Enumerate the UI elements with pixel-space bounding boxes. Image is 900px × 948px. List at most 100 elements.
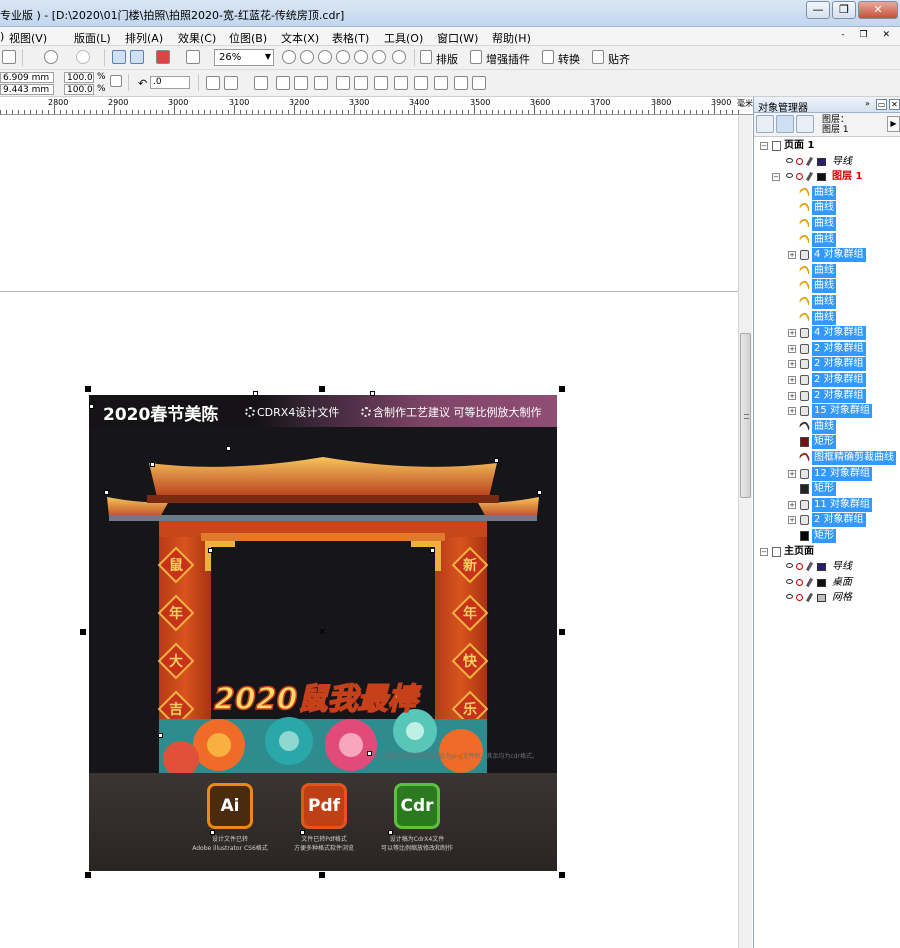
object-node[interactable] (370, 391, 375, 396)
collapse-tree-icon[interactable]: − (760, 547, 768, 556)
object-node[interactable] (210, 830, 215, 835)
export-icon[interactable] (130, 50, 144, 64)
selection-handle[interactable] (80, 629, 86, 635)
menu-item-text[interactable]: 文本(X) (281, 30, 319, 46)
layer-color-swatch[interactable] (817, 157, 826, 166)
import-icon[interactable] (112, 50, 126, 64)
printable-icon[interactable] (796, 173, 803, 181)
tree-row[interactable]: 矩形 (754, 482, 900, 497)
app-launcher-icon[interactable] (186, 50, 200, 64)
tree-row[interactable]: 矩形 (754, 435, 900, 450)
tree-row[interactable]: 曲线 (754, 201, 900, 216)
publish-pdf-icon[interactable] (156, 50, 170, 64)
object-node[interactable] (158, 733, 163, 738)
tree-row[interactable]: − 图层 1 (754, 170, 900, 185)
editable-pen-icon[interactable] (805, 172, 814, 182)
expand-tree-icon[interactable]: + (788, 360, 796, 369)
restore-button[interactable]: ❐ (832, 1, 856, 19)
zoom-height-icon[interactable] (392, 50, 406, 64)
collapse-tree-icon[interactable]: − (772, 173, 780, 182)
ungroup-all-icon[interactable] (314, 76, 328, 90)
printable-icon[interactable] (796, 157, 803, 165)
tree-row-group[interactable]: +2 对象群组 (754, 373, 900, 388)
tree-row[interactable]: − 页面 1 (754, 139, 900, 154)
expand-tree-icon[interactable]: + (788, 500, 796, 509)
layer-color-swatch[interactable] (817, 594, 826, 603)
panel-close-button[interactable]: ✕ (889, 99, 900, 110)
tree-row-group[interactable]: +11 对象群组 (754, 497, 900, 513)
mdi-restore-button[interactable]: ❐ (860, 30, 874, 40)
object-node[interactable] (150, 462, 155, 467)
menu-item-layout[interactable]: 版面(L) (74, 30, 111, 46)
menu-item-tools[interactable]: 工具(O) (384, 30, 423, 46)
rotation-field[interactable]: .0 (150, 76, 190, 89)
visibility-eye-icon[interactable] (786, 594, 793, 600)
scrollbar-thumb[interactable] (740, 333, 751, 498)
selection-handle[interactable] (85, 386, 91, 392)
tree-row[interactable]: 网格 (754, 591, 900, 606)
intersect-icon[interactable] (374, 76, 388, 90)
tree-row[interactable]: 导线 (754, 155, 900, 170)
boundary-icon[interactable] (454, 76, 468, 90)
object-node[interactable] (253, 391, 258, 396)
vertical-scrollbar[interactable] (738, 115, 752, 948)
convert-button[interactable]: 转换 (558, 51, 580, 67)
zoom-in-icon[interactable] (282, 50, 296, 64)
weld-icon[interactable] (336, 76, 350, 90)
object-node[interactable] (104, 490, 109, 495)
zoom-selected-icon[interactable] (318, 50, 332, 64)
tree-row-group[interactable]: +4 对象群组 (754, 326, 900, 341)
menu-item-effects[interactable]: 效果(C) (178, 30, 216, 46)
tree-row[interactable]: 曲线 (754, 419, 900, 435)
selection-handle[interactable] (559, 629, 565, 635)
object-node[interactable] (226, 446, 231, 451)
editable-pen-icon[interactable] (805, 562, 814, 572)
tree-row[interactable]: 导线 (754, 560, 900, 575)
tree-row[interactable]: 曲线 (754, 217, 900, 232)
ungroup-icon[interactable] (294, 76, 308, 90)
zoom-level-select[interactable]: 26% ▼ (214, 49, 274, 66)
mirror-v-icon[interactable] (224, 76, 238, 90)
editable-pen-icon[interactable] (805, 577, 814, 587)
back-minus-front-icon[interactable] (434, 76, 448, 90)
tree-row[interactable]: 曲线 (754, 279, 900, 294)
create-boundary-icon[interactable] (472, 76, 486, 90)
menu-item-help[interactable]: 帮助(H) (492, 30, 531, 46)
panel-minimize-button[interactable]: ▭ (876, 99, 887, 110)
redo-icon[interactable] (76, 50, 90, 64)
selection-handle[interactable] (559, 386, 565, 392)
layer-manager-icon[interactable] (796, 115, 814, 133)
object-node[interactable] (430, 548, 435, 553)
layer-color-swatch[interactable] (817, 173, 826, 182)
tree-row[interactable]: 桌面 (754, 576, 900, 591)
minimize-button[interactable]: — (806, 1, 830, 19)
expand-tree-icon[interactable]: + (788, 376, 796, 384)
selection-handle[interactable] (559, 872, 565, 878)
layer-color-swatch[interactable] (817, 563, 826, 572)
menu-item-table[interactable]: 表格(T) (332, 30, 369, 46)
menu-item-arrange[interactable]: 排列(A) (125, 30, 163, 46)
visibility-eye-icon[interactable] (786, 578, 793, 584)
trim-icon[interactable] (354, 76, 368, 90)
simplify-icon[interactable] (394, 76, 408, 90)
expand-tree-icon[interactable]: + (788, 329, 796, 338)
tree-row[interactable]: 曲线 (754, 310, 900, 326)
tree-row-group[interactable]: +12 对象群组 (754, 466, 900, 482)
paste-align-button[interactable]: 贴齐 (608, 51, 630, 67)
show-properties-icon[interactable] (756, 115, 774, 133)
object-node[interactable] (300, 830, 305, 835)
tree-row-group[interactable]: +2 对象群组 (754, 513, 900, 528)
panel-menu-arrow-icon[interactable]: ▶ (887, 116, 900, 132)
object-node[interactable] (388, 830, 393, 835)
object-node[interactable] (367, 751, 372, 756)
selection-handle[interactable] (319, 386, 325, 392)
new-icon[interactable] (2, 50, 16, 64)
visibility-eye-icon[interactable] (786, 157, 793, 163)
enhance-plugin-button[interactable]: 增强插件 (486, 51, 530, 67)
object-x-field[interactable]: 6.909 mm (0, 72, 54, 83)
tree-row-group[interactable]: +2 对象群组 (754, 341, 900, 357)
mirror-h-icon[interactable] (206, 76, 220, 90)
object-node[interactable] (208, 548, 213, 553)
tree-row[interactable]: 曲线 (754, 232, 900, 248)
tree-row[interactable]: − 主页面 (754, 545, 900, 560)
